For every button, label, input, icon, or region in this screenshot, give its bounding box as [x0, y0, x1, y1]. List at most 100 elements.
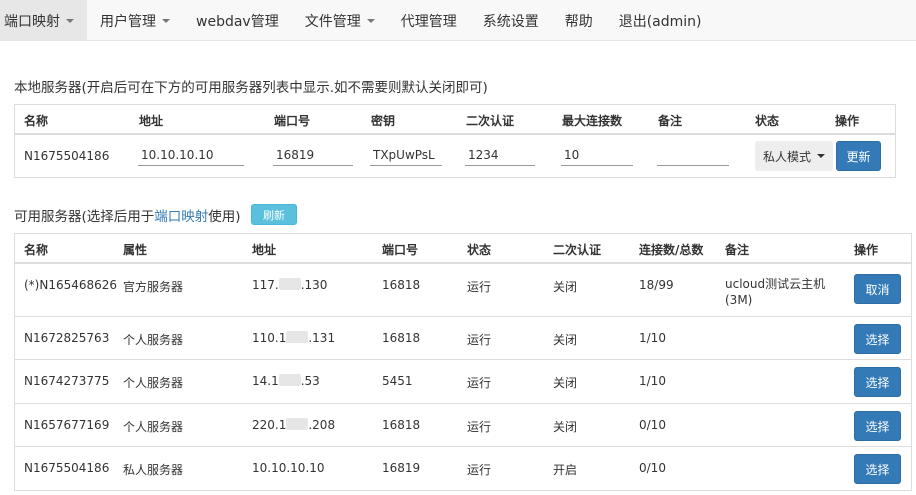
server-conn: 0/10	[639, 418, 666, 432]
address-part: 220.1	[252, 418, 287, 432]
available-server-title: 可用服务器(选择后用于端口映射使用)	[14, 205, 241, 225]
header-note: 备注	[658, 114, 683, 128]
status-dropdown[interactable]: 私人模式	[755, 141, 833, 171]
nav-label: 系统设置	[482, 13, 539, 30]
nav-system-settings[interactable]: 系统设置	[470, 0, 552, 41]
header-auth: 二次认证	[553, 243, 602, 257]
server-port: 16818	[382, 418, 421, 432]
server-type: 个人服务器	[123, 420, 184, 434]
server-address: 110.1 .131	[252, 331, 335, 345]
cancel-button[interactable]: 取消	[854, 274, 901, 304]
nav-label: 用户管理	[100, 13, 156, 30]
address-part: 110.1	[252, 331, 287, 345]
server-name: (*)N165468626	[24, 278, 118, 292]
update-button[interactable]: 更新	[836, 141, 881, 171]
header-max-conn: 最大连接数	[562, 114, 623, 128]
address-part: .208	[308, 418, 336, 432]
server-name: N1672825763	[24, 331, 110, 345]
select-button[interactable]: 选择	[854, 324, 901, 354]
table-row: N1672825763 个人服务器 110.1.131 16818 运行 关闭 …	[15, 316, 911, 359]
local-server-table: 名称 地址 端口号 密钥 二次认证 最大连接数 备注 状态 操作 N167550…	[14, 104, 896, 178]
server-address: 220.1 .208	[252, 418, 335, 432]
server-type: 私人服务器	[123, 463, 184, 477]
nav-proxy-management[interactable]: 代理管理	[388, 0, 470, 41]
select-button[interactable]: 选择	[854, 411, 901, 441]
address-input[interactable]	[138, 144, 244, 166]
header-key: 密钥	[371, 114, 396, 128]
title-suffix: 使用)	[208, 209, 241, 225]
header-name: 名称	[24, 243, 49, 257]
nav-port-mapping[interactable]: 端口映射	[0, 0, 87, 41]
server-type: 官方服务器	[123, 280, 184, 294]
note-input[interactable]	[657, 144, 729, 166]
caret-down-icon	[66, 18, 74, 23]
server-conn: 1/10	[639, 331, 666, 345]
header-port: 端口号	[274, 114, 311, 128]
select-button[interactable]: 选择	[854, 367, 901, 397]
server-port: 5451	[382, 374, 413, 388]
server-note: ucloud测试云主机(3M)	[725, 277, 826, 307]
address-part: .131	[308, 331, 336, 345]
server-address: 14.1 .53	[252, 374, 320, 388]
server-conn: 18/99	[639, 278, 674, 292]
server-conn: 1/10	[639, 374, 666, 388]
server-auth: 开启	[553, 463, 578, 477]
server-status: 运行	[467, 280, 492, 294]
address-part: 117.	[252, 278, 279, 292]
header-auth: 二次认证	[466, 114, 515, 128]
nav-label: 端口映射	[4, 13, 60, 30]
header-status: 状态	[467, 243, 492, 257]
server-type: 个人服务器	[123, 333, 184, 347]
nav-file-management[interactable]: 文件管理	[292, 0, 388, 41]
server-type: 个人服务器	[123, 376, 184, 390]
header-conn: 连接数/总数	[639, 243, 704, 257]
header-address: 地址	[139, 114, 164, 128]
server-conn: 0/10	[639, 461, 666, 475]
select-button[interactable]: 选择	[854, 454, 901, 484]
nav-help[interactable]: 帮助	[552, 0, 606, 41]
nav-logout[interactable]: 退出(admin)	[606, 0, 715, 41]
nav-label: webdav管理	[196, 13, 279, 30]
server-status: 运行	[467, 376, 492, 390]
redaction-mask	[278, 374, 301, 386]
server-name: N1674273775	[24, 374, 110, 388]
server-name: N1675504186	[24, 149, 110, 163]
redaction-mask	[286, 418, 309, 430]
nav-user-management[interactable]: 用户管理	[87, 0, 183, 41]
server-name: N1675504186	[24, 461, 110, 475]
refresh-button[interactable]: 刷新	[251, 204, 297, 225]
header-name: 名称	[24, 114, 49, 128]
redaction-mask	[286, 331, 309, 343]
table-header: 名称 属性 地址 端口号 状态 二次认证 连接数/总数 备注 操作	[15, 234, 911, 264]
caret-down-icon	[162, 18, 170, 23]
server-status: 运行	[467, 420, 492, 434]
table-row: N1675504186 私人模式 更新	[15, 135, 895, 177]
header-note: 备注	[725, 243, 750, 257]
table-row: N1675504186 私人服务器 10.10.10.10 16819 运行 开…	[15, 446, 911, 490]
server-status: 运行	[467, 333, 492, 347]
caret-down-icon	[817, 154, 825, 158]
server-port: 16819	[382, 461, 421, 475]
server-port: 16818	[382, 331, 421, 345]
key-input[interactable]	[370, 144, 442, 166]
auth-input[interactable]	[465, 144, 535, 166]
server-port: 16818	[382, 278, 421, 292]
header-status: 状态	[755, 114, 780, 128]
table-row: N1657677169 个人服务器 220.1.208 16818 运行 关闭 …	[15, 403, 911, 446]
header-action: 操作	[854, 243, 879, 257]
server-status: 运行	[467, 463, 492, 477]
address-part: .53	[300, 374, 320, 388]
table-header: 名称 地址 端口号 密钥 二次认证 最大连接数 备注 状态 操作	[15, 105, 895, 135]
server-name: N1657677169	[24, 418, 110, 432]
max-conn-input[interactable]	[561, 144, 633, 166]
table-row: N1674273775 个人服务器 14.1 .53 5451 运行 关闭 1/1…	[15, 359, 911, 403]
port-mapping-link[interactable]: 端口映射	[154, 209, 208, 225]
redaction-mask	[278, 278, 301, 290]
header-port: 端口号	[382, 243, 419, 257]
nav-webdav[interactable]: webdav管理	[183, 0, 292, 41]
port-input[interactable]	[273, 144, 353, 166]
server-auth: 关闭	[553, 333, 578, 347]
nav-label: 文件管理	[304, 13, 361, 30]
server-auth: 关闭	[553, 280, 578, 294]
address-part: .130	[300, 278, 328, 292]
